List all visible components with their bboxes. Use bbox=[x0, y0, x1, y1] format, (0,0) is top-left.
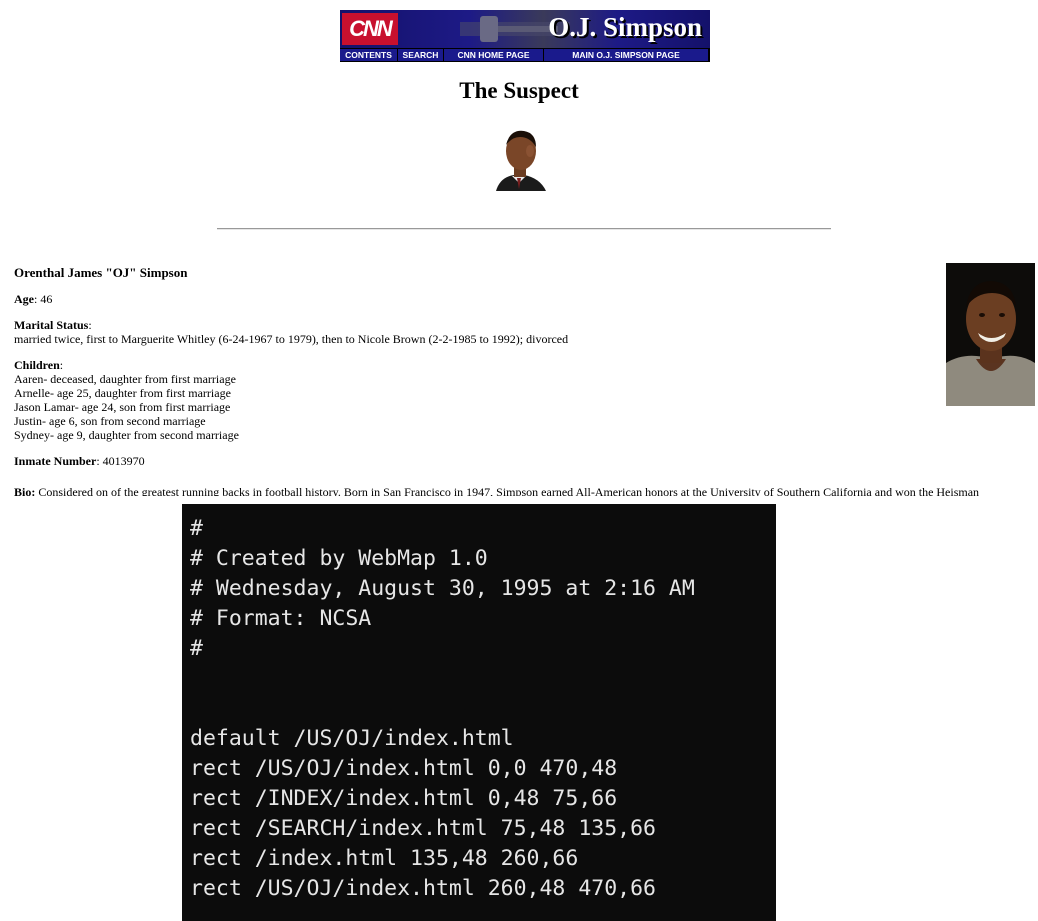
code-line: # Wednesday, August 30, 1995 at 2:16 AM bbox=[190, 576, 695, 601]
code-line: rect /SEARCH/index.html 75,48 135,66 bbox=[190, 816, 656, 841]
bio-row: Bio: Considered on of the greatest runni… bbox=[14, 486, 1034, 496]
inmate-row: Inmate Number: 4013970 bbox=[14, 454, 934, 468]
code-line: default /US/OJ/index.html bbox=[190, 726, 514, 751]
banner-title: O.J. Simpson bbox=[548, 12, 702, 42]
simpson-photo bbox=[946, 263, 1035, 406]
nav-cnn-home[interactable]: CNN HOME PAGE bbox=[444, 49, 543, 61]
code-line: # Created by WebMap 1.0 bbox=[190, 546, 488, 571]
child-item: Justin- age 6, son from second marriage bbox=[14, 414, 206, 428]
code-line: # Format: NCSA bbox=[190, 606, 372, 631]
inmate-value: : 4013970 bbox=[96, 454, 145, 468]
children-row: Children: Aaren- deceased, daughter from… bbox=[14, 358, 239, 442]
code-line: rect /INDEX/index.html 0,48 75,66 bbox=[190, 786, 618, 811]
nav-contents[interactable]: CONTENTS bbox=[340, 49, 397, 61]
code-line: # bbox=[190, 636, 203, 661]
child-item: Aaren- deceased, daughter from first mar… bbox=[14, 372, 236, 386]
inmate-label: Inmate Number bbox=[14, 454, 97, 468]
age-value: : 46 bbox=[34, 292, 53, 306]
nav-main-oj-page[interactable]: MAIN O.J. SIMPSON PAGE bbox=[544, 49, 708, 61]
cnn-banner-imagemap[interactable]: CNN O.J. Simpson CONTENTS SEARCH CNN HOM… bbox=[340, 10, 710, 62]
child-item: Arnelle- age 25, daughter from first mar… bbox=[14, 386, 231, 400]
child-item: Sydney- age 9, daughter from second marr… bbox=[14, 428, 239, 442]
suspect-portrait-image bbox=[490, 123, 548, 191]
children-label: Children bbox=[14, 358, 60, 372]
age-label: Age bbox=[14, 292, 34, 306]
horizontal-rule bbox=[217, 228, 831, 230]
banner-header[interactable]: CNN O.J. Simpson bbox=[340, 10, 710, 48]
bio-value: Considered on of the greatest running ba… bbox=[35, 486, 980, 496]
page-title: The Suspect bbox=[459, 78, 579, 103]
code-line: rect /US/OJ/index.html 0,0 470,48 bbox=[190, 756, 618, 781]
marital-value: married twice, first to Marguerite Whitl… bbox=[14, 332, 569, 346]
nav-search[interactable]: SEARCH bbox=[398, 49, 443, 61]
marital-row: Marital Status: married twice, first to M… bbox=[14, 318, 569, 346]
marital-label: Marital Status bbox=[14, 318, 89, 332]
code-line: # bbox=[190, 516, 203, 541]
code-line: rect /index.html 135,48 260,66 bbox=[190, 846, 579, 871]
code-line: rect /US/OJ/index.html 260,48 470,66 bbox=[190, 876, 656, 901]
bio-label: Bio: bbox=[14, 486, 36, 496]
banner-nav: CONTENTS SEARCH CNN HOME PAGE MAIN O.J. … bbox=[340, 49, 710, 62]
age-row: Age: 46 bbox=[14, 292, 934, 306]
imagemap-code-panel: # # Created by WebMap 1.0 # Wednesday, A… bbox=[182, 504, 776, 921]
cnn-logo: CNN bbox=[342, 13, 398, 45]
child-item: Jason Lamar- age 24, son from first marr… bbox=[14, 400, 231, 414]
suspect-profile: Orenthal James "OJ" Simpson Age: 46 Mari… bbox=[14, 266, 934, 480]
suspect-name: Orenthal James "OJ" Simpson bbox=[14, 265, 188, 280]
